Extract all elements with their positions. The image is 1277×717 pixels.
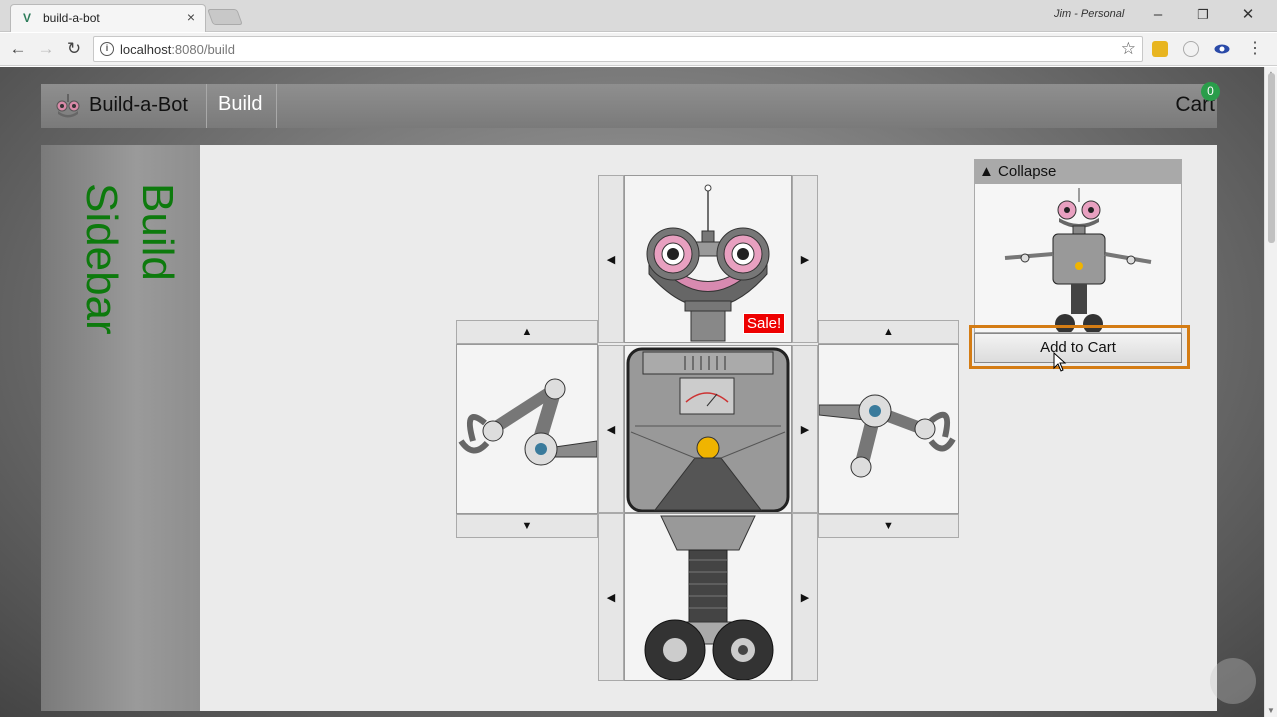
vertical-scrollbar[interactable]: ▲ ▼ xyxy=(1264,67,1277,717)
robot-right-arm-image xyxy=(819,394,956,478)
left-arm-next-button[interactable]: ▼ xyxy=(456,514,598,538)
sidebar-text: Build Sidebar xyxy=(77,183,182,335)
restore-button[interactable]: ❐ xyxy=(1188,3,1218,27)
torso-next-button[interactable]: ▶ xyxy=(792,345,818,513)
url-path: :8080/build xyxy=(171,42,235,57)
minimize-button[interactable]: – xyxy=(1143,3,1173,27)
scrollbar-thumb[interactable] xyxy=(1268,73,1275,243)
head-next-button[interactable]: ▶ xyxy=(792,175,818,343)
right-arm-part xyxy=(818,344,959,514)
head-prev-button[interactable]: ◀ xyxy=(598,175,624,343)
robot-base-image xyxy=(644,515,774,680)
info-icon[interactable]: i xyxy=(100,42,114,56)
tab-title: build-a-bot xyxy=(43,11,100,25)
head-part: Sale! xyxy=(624,175,792,343)
build-sidebar: Build Sidebar xyxy=(41,145,200,711)
nav-build-link[interactable]: Build xyxy=(208,84,277,128)
vue-favicon-icon: V xyxy=(23,11,32,25)
robot-preview-image xyxy=(1004,188,1152,332)
cart-link[interactable]: Cart 0 xyxy=(1147,82,1220,128)
address-bar[interactable]: i localhost:8080/build ☆ xyxy=(93,36,1143,62)
torso-part xyxy=(624,345,792,513)
app-header: Build-a-Bot Build Cart 0 xyxy=(41,82,1220,128)
base-part xyxy=(624,513,792,681)
nav-build-label: Build xyxy=(218,93,263,115)
mouse-cursor-icon xyxy=(1053,352,1067,372)
cart-count-badge: 0 xyxy=(1201,82,1220,101)
base-prev-button[interactable]: ◀ xyxy=(598,513,624,681)
window-close-button[interactable]: ✕ xyxy=(1233,3,1263,27)
extension-grey-icon[interactable] xyxy=(1183,41,1199,57)
forward-button[interactable]: → xyxy=(35,38,57,60)
robot-logo-icon xyxy=(56,94,80,118)
url-host: localhost xyxy=(120,42,172,57)
browser-tab[interactable]: V build-a-bot × xyxy=(10,4,206,32)
collapse-toggle[interactable]: ▲ Collapse xyxy=(975,160,1181,184)
robot-left-arm-image xyxy=(458,378,597,466)
scroll-down-icon[interactable]: ▼ xyxy=(1267,706,1275,715)
profile-name[interactable]: Jim - Personal xyxy=(1054,8,1124,20)
brand-name: Build-a-Bot xyxy=(89,94,188,116)
reload-button[interactable]: ↻ xyxy=(63,38,85,60)
back-button[interactable]: ← xyxy=(7,38,29,60)
left-arm-part xyxy=(456,344,598,514)
annotation-highlight-box xyxy=(969,325,1190,369)
bookmark-star-icon[interactable]: ☆ xyxy=(1121,39,1136,59)
left-arm-prev-button[interactable]: ▲ xyxy=(456,320,598,344)
sale-badge: Sale! xyxy=(743,313,786,334)
browser-toolbar: ← → ↻ i localhost:8080/build ☆ ⋮ xyxy=(0,33,1277,66)
collapse-label: ▲ Collapse xyxy=(979,163,1057,180)
robot-torso-image xyxy=(626,347,790,512)
tab-close-icon[interactable]: × xyxy=(187,9,195,25)
robot-preview-panel: ▲ Collapse xyxy=(974,159,1182,333)
url-text: localhost:8080/build xyxy=(120,42,235,57)
base-next-button[interactable]: ▶ xyxy=(792,513,818,681)
menu-kebab-icon[interactable]: ⋮ xyxy=(1244,38,1266,60)
new-tab-button[interactable] xyxy=(207,9,243,25)
brand-link[interactable]: Build-a-Bot xyxy=(41,84,207,128)
extension-eye-icon[interactable] xyxy=(1214,41,1230,57)
right-arm-next-button[interactable]: ▼ xyxy=(818,514,959,538)
video-overlay-icon xyxy=(1210,658,1256,704)
extension-note-icon[interactable] xyxy=(1152,41,1168,57)
tab-bar: V build-a-bot × Jim - Personal – ❐ ✕ xyxy=(0,0,1277,32)
torso-prev-button[interactable]: ◀ xyxy=(598,345,624,513)
right-arm-prev-button[interactable]: ▲ xyxy=(818,320,959,344)
